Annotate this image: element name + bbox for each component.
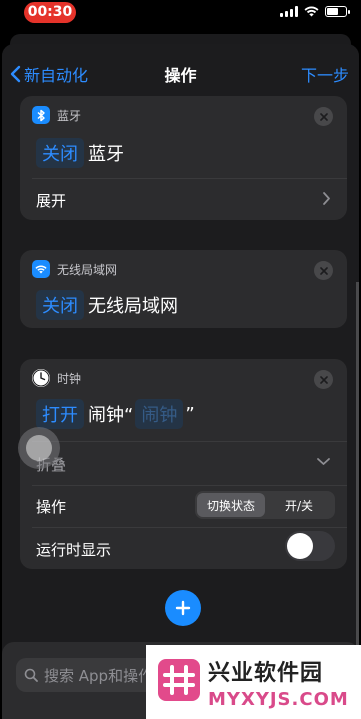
scrollbar[interactable] [356,282,359,682]
battery-icon [325,6,350,17]
chevron-right-icon [323,192,330,205]
wifi-action-card: 无线局域网 关闭 无线局域网 [20,250,347,328]
show-when-run-toggle[interactable] [285,531,335,561]
wifi-icon [32,260,50,278]
verb-token[interactable]: 关闭 [36,290,84,320]
action-summary: 打开 闹钟“ 闹钟 ” [36,399,195,429]
action-object: 闹钟“ [88,405,134,426]
status-bar: 00:30 [0,0,361,30]
wifi-status-icon [304,6,319,17]
remove-action-button[interactable] [314,261,333,280]
close-icon [319,112,328,121]
remove-action-button[interactable] [314,107,333,126]
assistive-touch-button[interactable] [18,427,60,469]
action-object: 蓝牙 [88,144,124,165]
card-app-name: 无线局域网 [57,262,118,277]
watermark-title: 兴业软件园 [208,660,324,686]
watermark-subtitle: MYXYJS.COM [208,688,349,710]
add-action-button[interactable] [165,590,201,626]
segment-on-off[interactable]: 开/关 [265,493,333,517]
clock-action-card: 时钟 打开 闹钟“ 闹钟 ” 折叠 操作 切换状态 开/关 运行时显示 [20,359,347,569]
clock-icon [32,369,50,387]
divider [32,441,347,442]
search-placeholder: 搜索 App和操作 [44,666,154,685]
search-icon [24,668,38,682]
watermark: 兴业软件园 MYXYJS.COM [146,645,361,719]
watermark-logo-icon [158,659,200,705]
alarm-parameter-token[interactable]: 闹钟 [135,399,184,429]
close-icon [319,375,328,384]
expand-row[interactable]: 展开 [36,190,66,211]
show-when-run-label: 运行时显示 [36,541,112,559]
segment-toggle-state[interactable]: 切换状态 [197,493,265,517]
status-time: 00:30 [24,2,76,23]
card-app-name: 时钟 [57,371,82,386]
nav-bar: 新自动化 操作 下一步 [2,44,359,100]
divider [32,178,347,179]
close-icon [319,266,328,275]
card-app-name: 蓝牙 [57,108,82,123]
next-button[interactable]: 下一步 [301,62,349,86]
action-object: 无线局域网 [88,296,178,317]
action-summary: 关闭 无线局域网 [36,290,178,320]
divider [32,485,347,486]
action-summary: 关闭 蓝牙 [36,138,124,168]
bluetooth-icon [32,106,50,124]
verb-token[interactable]: 关闭 [36,138,84,168]
remove-action-button[interactable] [314,370,333,389]
chevron-down-icon [317,458,330,465]
plus-icon [175,600,191,616]
bluetooth-action-card: 蓝牙 关闭 蓝牙 展开 [20,96,347,220]
operation-segmented-control: 切换状态 开/关 [195,491,335,519]
action-object-suffix: ” [185,403,195,425]
verb-token[interactable]: 打开 [36,399,84,429]
divider [32,527,347,528]
signal-icon [280,6,298,17]
